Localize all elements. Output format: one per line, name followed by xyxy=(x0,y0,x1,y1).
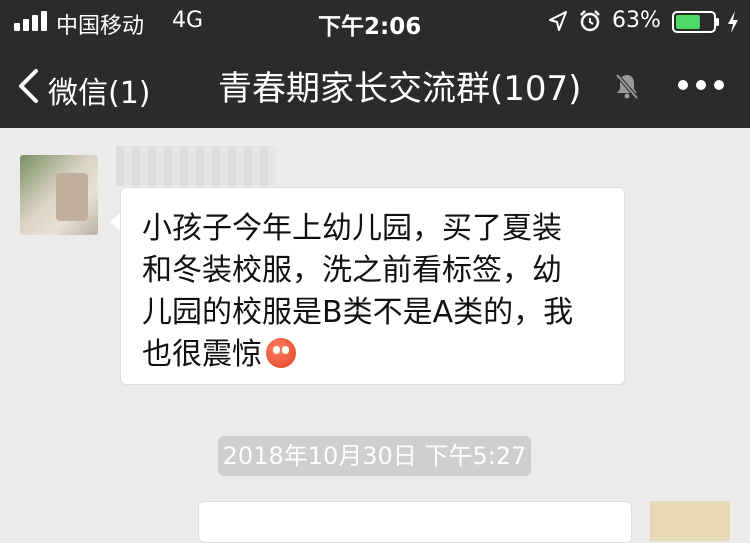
message-line-last: 也很震惊 xyxy=(142,334,598,376)
message-bubble[interactable]: 小孩子今年上幼儿园，买了夏装 和冬装校服，洗之前看标签，幼 儿园的校服是B类不是… xyxy=(120,187,625,385)
alarm-icon xyxy=(580,10,600,32)
nav-bar: 微信(1) 青春期家长交流群(107) xyxy=(0,44,750,128)
mute-icon xyxy=(615,73,639,100)
battery-icon xyxy=(672,11,719,33)
back-button[interactable]: 微信(1) xyxy=(16,62,161,111)
chat-title: 青春期家长交流群(107) xyxy=(218,69,582,109)
message-line: 小孩子今年上幼儿园，买了夏装 xyxy=(142,211,562,246)
charging-icon xyxy=(728,11,738,33)
signal-icon xyxy=(14,11,48,31)
next-sender-avatar[interactable] xyxy=(650,501,730,541)
status-bar: 中国移动 4G 下午2:06 63% xyxy=(0,0,750,44)
status-time: 下午2:06 xyxy=(318,14,422,40)
battery-percent: 63% xyxy=(612,8,661,33)
carrier-name: 中国移动 xyxy=(56,14,145,39)
back-chevron-icon xyxy=(19,69,38,103)
message-line-text: 也很震惊 xyxy=(142,337,262,372)
next-message-bubble[interactable] xyxy=(198,501,632,543)
flushed-face-emoji xyxy=(266,338,296,368)
sender-avatar[interactable] xyxy=(20,155,98,235)
more-icon[interactable] xyxy=(676,70,726,100)
network-type: 4G xyxy=(172,8,204,33)
location-icon xyxy=(549,11,567,31)
back-label: 微信(1) xyxy=(48,76,151,111)
message-line: 儿园的校服是B类不是A类的，我 xyxy=(142,295,574,330)
message-line: 和冬装校服，洗之前看标签，幼 xyxy=(142,253,562,288)
sender-name-blurred xyxy=(116,146,276,186)
message-timestamp: 2018年10月30日 下午5:27 xyxy=(218,436,531,476)
